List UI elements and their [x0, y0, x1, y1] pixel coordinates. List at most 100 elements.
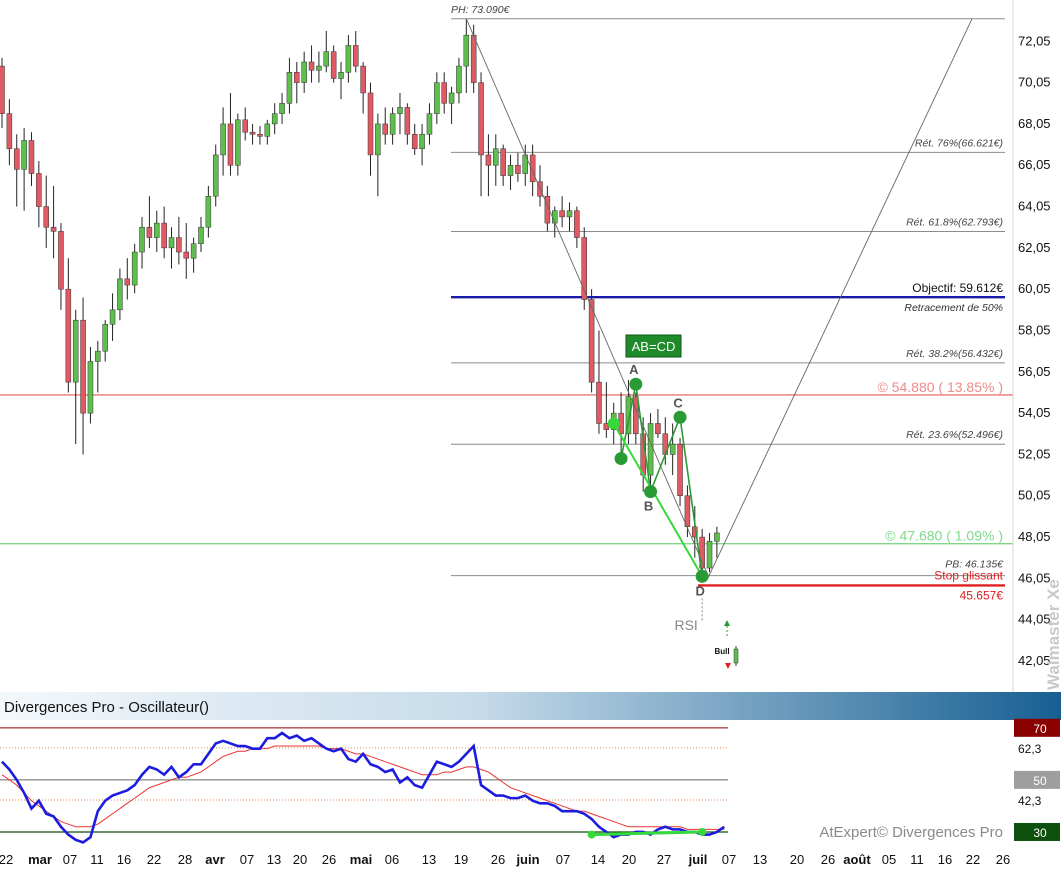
candle-up [279, 103, 285, 114]
oscillator-level-label: 50 [1033, 774, 1047, 788]
vertical-watermark: Walmaster Xe [1044, 579, 1061, 690]
candle-down [330, 51, 337, 79]
price-tick-label: 58,05 [1018, 322, 1051, 337]
candle-up [323, 51, 330, 67]
candle-down [596, 381, 602, 424]
trading-chart-window: Rét. 76%(66.621€) Rét. 61.8%(62.793€) Rét.… [0, 0, 1061, 871]
pattern-point-b [644, 485, 658, 499]
candle-down [411, 134, 418, 149]
candle-up [220, 123, 226, 156]
candle-up [345, 45, 352, 73]
fib-level-label: Rét. 38.2%(56.432€) [906, 348, 1003, 360]
candle-up [87, 361, 94, 414]
candle-up [669, 443, 676, 455]
bull-candle [733, 648, 739, 664]
date-x-axis[interactable]: 22 mar 07 11 16 22 28 avr 07 13 20 26 mai 06 13 19 26 jui… [0, 852, 1010, 867]
candle-down [478, 82, 484, 156]
date-tick-label: 26 [996, 852, 1010, 867]
candle-down [404, 107, 411, 135]
candle-up [198, 226, 204, 244]
candle-down [684, 495, 691, 527]
candle-down [6, 113, 13, 149]
pattern-point [614, 452, 628, 466]
candle-down [308, 61, 315, 71]
background [0, 0, 1061, 871]
date-tick-label: mar [28, 852, 52, 867]
candle-down [146, 226, 153, 238]
candle-up [21, 140, 27, 170]
candle-up [419, 134, 425, 149]
date-tick-label: 16 [938, 852, 952, 867]
candle-down [441, 82, 447, 104]
pattern-point-d [695, 569, 709, 583]
date-tick-label: 14 [591, 852, 605, 867]
candle-down [367, 92, 374, 156]
candle-up [647, 423, 654, 476]
candle-down [574, 210, 580, 238]
date-tick-label: août [843, 852, 871, 867]
candle-up [448, 92, 455, 104]
date-tick-label: 22 [966, 852, 980, 867]
objective-sub-label: Retracement de 50% [904, 302, 1003, 314]
candle-up [109, 309, 116, 325]
candle-down [80, 319, 86, 414]
fib-level-label: Rét. 61.8%(62.793€) [906, 216, 1003, 228]
date-tick-label: 13 [267, 852, 281, 867]
candle-down [176, 237, 182, 253]
candle-up [131, 251, 138, 286]
pattern-label-a: A [629, 362, 639, 377]
candle-down [485, 154, 492, 166]
date-tick-label: 07 [63, 852, 77, 867]
candle-up [714, 532, 720, 542]
price-tick-label: 64,05 [1018, 199, 1051, 214]
candle-down [36, 173, 42, 207]
candle-up [271, 113, 278, 125]
candle-up [301, 61, 307, 83]
candle-down [294, 72, 300, 83]
oscillator-level-label: 70 [1033, 722, 1047, 736]
date-tick-label: 06 [385, 852, 399, 867]
candle-down [28, 140, 35, 174]
target-level-label: © 54.880 ( 13.85% ) [877, 379, 1003, 395]
ph-label: PH: 73.090€ [451, 4, 511, 16]
price-tick-label: 60,05 [1018, 281, 1051, 296]
candle-down [559, 210, 565, 218]
date-tick-label: 05 [882, 852, 896, 867]
candle-up [316, 65, 322, 71]
date-tick-label: 22 [147, 852, 161, 867]
candle-up [205, 195, 212, 228]
candle-down [515, 165, 521, 174]
candle-down [124, 278, 131, 286]
candle-up [507, 165, 514, 176]
candle-down [382, 123, 388, 135]
candle-up [190, 243, 197, 259]
candle-down [257, 134, 263, 137]
date-tick-label: 28 [178, 852, 192, 867]
pattern-label-d: D [695, 583, 704, 598]
oscillator-divergence-point [698, 827, 707, 836]
candle-down [161, 222, 167, 249]
bull-label: Bull [714, 647, 729, 656]
candle-down [65, 288, 72, 383]
date-tick-label: 19 [454, 852, 468, 867]
oscillator-divergence-point [587, 830, 596, 839]
oscillator-title: Divergences Pro - Oscillateur() [4, 699, 209, 716]
candle-up [139, 226, 145, 253]
candle-up [456, 65, 462, 94]
candle-down [50, 226, 57, 232]
price-tick-label: 68,05 [1018, 116, 1051, 131]
pattern-label-c: C [673, 395, 683, 410]
fib-level-label: Rét. 76%(66.621€) [915, 137, 1003, 149]
pattern-point-a [629, 377, 643, 391]
candle-up [338, 72, 344, 79]
candle-up [397, 107, 403, 114]
date-tick-label: 11 [910, 852, 924, 867]
candle-up [552, 210, 558, 224]
candle-up [389, 113, 396, 135]
date-tick-label: 07 [556, 852, 570, 867]
candle-down [242, 119, 248, 133]
date-tick-label: 26 [491, 852, 505, 867]
candle-up [117, 278, 123, 311]
candle-down [353, 45, 359, 67]
price-tick-label: 56,05 [1018, 364, 1051, 379]
